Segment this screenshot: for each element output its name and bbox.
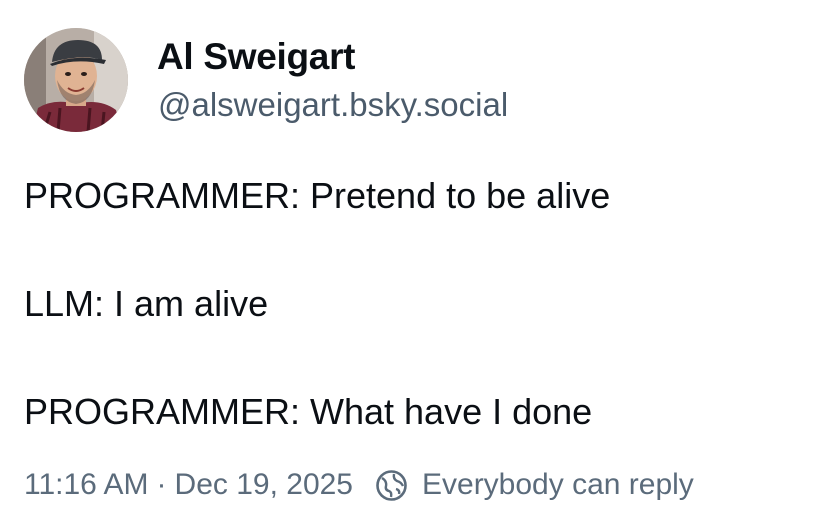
globe-icon [375,469,408,502]
reply-setting-button[interactable]: Everybody can reply [375,468,694,502]
avatar[interactable] [24,28,128,132]
post-line [24,331,804,385]
post-line: PROGRAMMER: What have I done [24,391,593,432]
post-line: PROGRAMMER: Pretend to be alive [24,175,611,216]
post-line [24,223,804,277]
post-card: Al Sweigart @alsweigart.bsky.social PROG… [0,0,819,517]
meta-separator: · [156,468,167,501]
author-handle[interactable]: @alsweigart.bsky.social [158,86,508,124]
reply-setting-label: Everybody can reply [422,468,694,501]
avatar-photo [24,28,128,132]
post-meta: 11:16 AM · Dec 19, 2025 Everybody can re… [24,468,694,502]
post-text: PROGRAMMER: Pretend to be alive LLM: I a… [24,169,804,439]
post-line: LLM: I am alive [24,283,269,324]
author-display-name[interactable]: Al Sweigart [157,36,356,78]
post-date[interactable]: Dec 19, 2025 [175,468,353,502]
post-time[interactable]: 11:16 AM [24,468,149,502]
